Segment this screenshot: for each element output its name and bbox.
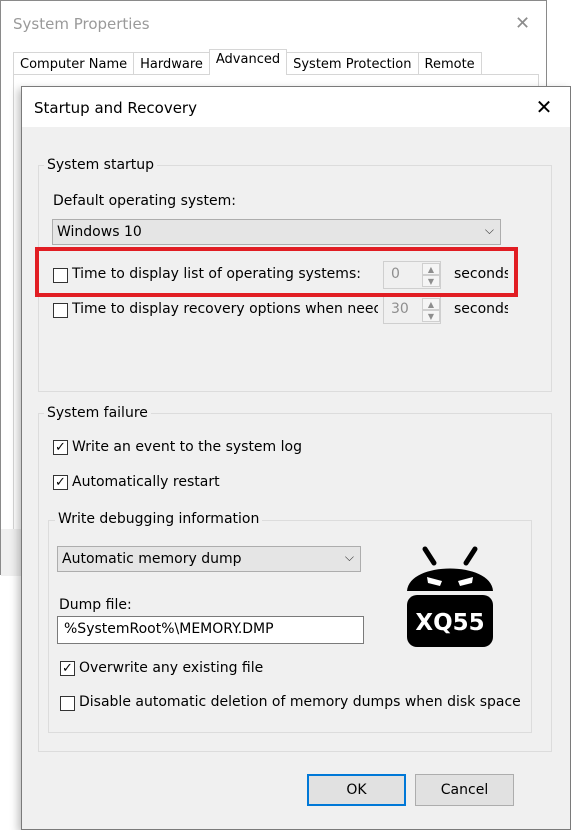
dump-file-label: Dump file: (59, 597, 132, 613)
watermark-text: XQ55 (415, 610, 484, 636)
ok-button[interactable]: OK (307, 774, 406, 806)
auto-restart-checkbox[interactable]: ✓ (53, 475, 68, 490)
display-recovery-spinner[interactable]: 30 ▲ ▼ (383, 296, 441, 324)
dump-type-dropdown[interactable]: Automatic memory dump ⌵ (57, 546, 361, 572)
spin-up-icon[interactable]: ▲ (422, 298, 440, 310)
chevron-down-icon: ⌵ (344, 550, 354, 564)
display-recovery-unit: seconds (454, 301, 508, 317)
checkmark-icon: ✓ (55, 440, 66, 455)
highlight-box (35, 247, 518, 297)
spin-down-icon[interactable]: ▼ (422, 310, 440, 322)
cancel-button[interactable]: Cancel (415, 774, 514, 806)
tab-hardware[interactable]: Hardware (133, 52, 210, 76)
disable-auto-delete-label: Disable automatic deletion of memory dum… (79, 694, 520, 710)
dialog-title: Startup and Recovery (34, 99, 197, 117)
close-icon[interactable]: ✕ (515, 13, 530, 34)
overwrite-checkbox[interactable]: ✓ (60, 661, 75, 676)
display-recovery-label: Time to display recovery options when ne… (72, 301, 378, 317)
window-title: System Properties (13, 15, 150, 33)
debug-info-label: Write debugging information (55, 511, 263, 527)
checkmark-icon: ✓ (55, 475, 66, 490)
tab-system-protection[interactable]: System Protection (286, 52, 419, 76)
tab-strip: Computer Name Hardware Advanced System P… (13, 49, 482, 76)
overwrite-label: Overwrite any existing file (79, 660, 264, 676)
dump-file-field[interactable] (57, 616, 364, 644)
system-startup-label: System startup (44, 157, 158, 173)
tab-computer-name[interactable]: Computer Name (13, 52, 135, 76)
tab-advanced[interactable]: Advanced (208, 49, 288, 75)
default-os-label: Default operating system: (53, 193, 236, 209)
default-os-value: Windows 10 (57, 224, 142, 240)
dump-type-value: Automatic memory dump (62, 551, 242, 567)
tab-remote[interactable]: Remote (417, 52, 482, 76)
auto-restart-label: Automatically restart (72, 474, 220, 490)
system-failure-label: System failure (44, 405, 151, 421)
write-event-checkbox[interactable]: ✓ (53, 440, 68, 455)
startup-recovery-dialog: Startup and Recovery ✕ System startup De… (21, 86, 571, 830)
disable-auto-delete-checkbox[interactable] (60, 696, 75, 711)
chevron-down-icon: ⌵ (484, 223, 494, 237)
android-robot-icon: XQ55 (407, 546, 493, 647)
display-recovery-value: 30 (391, 301, 409, 317)
close-icon[interactable]: ✕ (532, 95, 556, 119)
write-event-label: Write an event to the system log (72, 439, 302, 455)
checkmark-icon: ✓ (62, 661, 73, 676)
default-os-dropdown[interactable]: Windows 10 ⌵ (52, 219, 501, 245)
dump-file-input[interactable] (58, 617, 363, 641)
dialog-titlebar: Startup and Recovery ✕ (22, 87, 570, 127)
display-recovery-checkbox[interactable] (53, 303, 68, 318)
